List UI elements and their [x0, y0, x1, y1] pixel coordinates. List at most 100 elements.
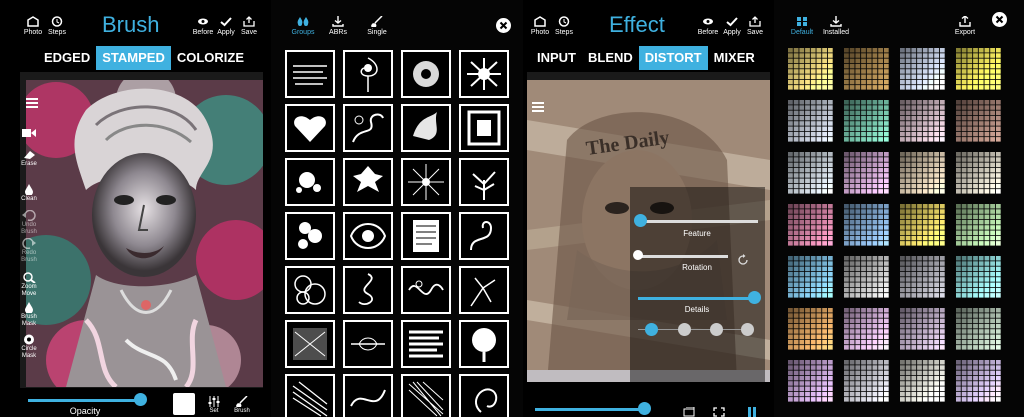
palette-swatch[interactable] — [844, 204, 890, 247]
palette-swatch[interactable] — [956, 48, 1002, 91]
baroque-brush-thumbnail[interactable] — [343, 212, 393, 260]
square-frame-brush-thumbnail[interactable] — [459, 104, 509, 152]
brush-mask-tool[interactable]: Brush Mask — [14, 302, 44, 328]
curl-ornament-brush-thumbnail[interactable] — [459, 212, 509, 260]
starburst-brush-thumbnail[interactable] — [401, 50, 451, 98]
palette-swatch[interactable] — [900, 152, 946, 195]
palette-swatch[interactable] — [844, 308, 890, 351]
swirl-brush-thumbnail[interactable] — [459, 374, 509, 417]
details-step-2[interactable] — [678, 323, 691, 336]
vine-ornament-brush-thumbnail[interactable] — [343, 104, 393, 152]
details-step-3[interactable] — [710, 323, 723, 336]
palette-swatch[interactable] — [900, 308, 946, 351]
light-burst-brush-thumbnail[interactable] — [401, 158, 451, 206]
brush-button[interactable]: Brush — [230, 396, 254, 415]
palette-swatch[interactable] — [788, 256, 834, 299]
palette-swatch[interactable] — [788, 360, 834, 403]
swirl-flower-brush-thumbnail[interactable] — [343, 50, 393, 98]
reset-rotation-button[interactable] — [737, 253, 749, 265]
palette-swatch[interactable] — [844, 256, 890, 299]
close-button[interactable] — [992, 12, 1007, 27]
palette-swatch[interactable] — [844, 48, 890, 91]
details-slider-track[interactable] — [638, 297, 753, 300]
details-step-1[interactable] — [645, 323, 658, 336]
set-button[interactable]: Set — [205, 396, 223, 415]
palette-swatch[interactable] — [788, 48, 834, 91]
palette-swatch[interactable] — [788, 152, 834, 195]
divider-brush-thumbnail[interactable] — [343, 320, 393, 368]
palette-swatch[interactable] — [900, 100, 946, 143]
steps-button[interactable]: Steps — [551, 16, 577, 36]
circle-mask-tool[interactable]: Circle Mask — [14, 334, 44, 360]
close-button[interactable] — [496, 18, 511, 33]
tab-colorize[interactable]: COLORIZE — [171, 46, 250, 70]
tab-mixer[interactable]: MIXER — [708, 46, 761, 70]
palette-swatch[interactable] — [956, 204, 1002, 247]
palette-swatch[interactable] — [844, 100, 890, 143]
tab-blend[interactable]: BLEND — [582, 46, 639, 70]
branch-brush-thumbnail[interactable] — [459, 266, 509, 314]
menu-icon[interactable] — [532, 102, 544, 112]
tab-groups[interactable]: Groups — [291, 16, 315, 36]
effect-amount-slider[interactable] — [535, 408, 645, 411]
save-button[interactable]: Save — [742, 16, 768, 36]
video-tool[interactable] — [14, 128, 44, 139]
photo-button[interactable]: Photo — [20, 16, 46, 36]
tab-single[interactable]: Single — [365, 16, 389, 36]
compare-button[interactable] — [683, 404, 695, 417]
lines-brush-thumbnail[interactable] — [285, 374, 335, 417]
tab-edged[interactable]: EDGED — [38, 46, 96, 70]
palette-swatch[interactable] — [788, 204, 834, 247]
palette-swatch[interactable] — [788, 100, 834, 143]
heart-brush-thumbnail[interactable] — [285, 104, 335, 152]
tab-default[interactable]: Default — [790, 16, 814, 36]
tab-input[interactable]: INPUT — [531, 46, 582, 70]
flourish-brush-thumbnail[interactable] — [401, 266, 451, 314]
palette-swatch[interactable] — [844, 152, 890, 195]
tab-stamped[interactable]: STAMPED — [96, 46, 171, 70]
pause-button[interactable] — [747, 404, 757, 417]
round-tree-brush-thumbnail[interactable] — [459, 320, 509, 368]
palette-swatch[interactable] — [900, 48, 946, 91]
grunge-brush-thumbnail[interactable] — [285, 320, 335, 368]
knot-brush-thumbnail[interactable] — [343, 266, 393, 314]
newsprint-brush-thumbnail[interactable] — [401, 212, 451, 260]
redo-tool[interactable]: Redo Brush — [14, 238, 44, 264]
feature-slider-knob[interactable] — [634, 214, 647, 227]
stripes-brush-thumbnail[interactable] — [401, 320, 451, 368]
text-scribble-brush-thumbnail[interactable] — [285, 50, 335, 98]
palette-swatch[interactable] — [956, 152, 1002, 195]
steps-button[interactable]: Steps — [44, 16, 70, 36]
opacity-slider-knob[interactable] — [134, 393, 147, 406]
edited-photo[interactable] — [26, 80, 263, 387]
circles-brush-thumbnail[interactable] — [285, 266, 335, 314]
palette-swatch[interactable] — [956, 256, 1002, 299]
palette-swatch[interactable] — [956, 308, 1002, 351]
ink-splash-brush-thumbnail[interactable] — [401, 104, 451, 152]
details-step-4[interactable] — [741, 323, 754, 336]
splash-brush-thumbnail[interactable] — [285, 158, 335, 206]
clean-tool[interactable]: Clean — [14, 184, 44, 203]
undo-tool[interactable]: Undo Brush — [14, 210, 44, 236]
tab-abrs[interactable]: ABRs — [326, 16, 350, 36]
before-button[interactable]: Before — [695, 16, 721, 36]
scratch-brush-thumbnail[interactable] — [401, 374, 451, 417]
floral-cluster-brush-thumbnail[interactable] — [285, 212, 335, 260]
color-swatch[interactable] — [173, 393, 195, 415]
zoom-tool[interactable]: Zoom Move — [14, 272, 44, 298]
palette-swatch[interactable] — [788, 308, 834, 351]
splatter-brush-thumbnail[interactable] — [459, 50, 509, 98]
fullscreen-button[interactable] — [713, 404, 725, 417]
tab-distort[interactable]: DISTORT — [638, 46, 708, 70]
palette-swatch[interactable] — [900, 204, 946, 247]
opacity-slider-fill[interactable] — [28, 399, 140, 402]
rotation-slider-track[interactable] — [638, 255, 728, 258]
palette-swatch[interactable] — [900, 360, 946, 403]
palette-swatch[interactable] — [844, 360, 890, 403]
details-slider-knob[interactable] — [748, 291, 761, 304]
palette-swatch[interactable] — [956, 360, 1002, 403]
export-button[interactable]: Export — [952, 16, 978, 36]
save-button[interactable]: Save — [236, 16, 262, 36]
rose-spiral-brush-thumbnail[interactable] — [343, 158, 393, 206]
palette-swatch[interactable] — [900, 256, 946, 299]
